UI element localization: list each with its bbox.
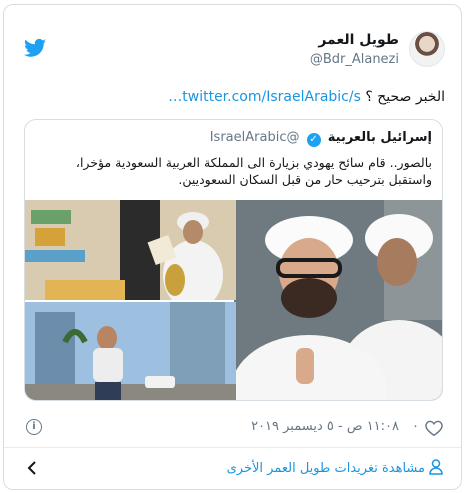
like-count[interactable]: ٠ (412, 419, 419, 434)
quoted-tweet-handle: @IsraelArabic (209, 130, 300, 145)
user-handle[interactable]: @Bdr_Alanezi (310, 52, 399, 67)
more-tweets-link[interactable]: مشاهدة تغريدات طويل العمر الأخرى (4, 455, 461, 483)
quoted-tweet-header: إسرائيل بالعربية ✓ @IsraelArabic (210, 130, 432, 147)
quoted-tweet[interactable]: إسرائيل بالعربية ✓ @IsraelArabic بالصور.… (24, 119, 443, 401)
info-icon[interactable]: i (26, 419, 42, 435)
quoted-tweet-text: بالصور.. قام سائح يهودي بزيارة الى الممل… (75, 155, 432, 187)
chevron-left-icon[interactable] (26, 460, 38, 476)
quoted-tweet-media-grid (25, 200, 442, 400)
user-avatar[interactable] (409, 31, 445, 67)
photo-city-street[interactable] (25, 302, 236, 400)
user-icon (429, 459, 443, 475)
more-tweets-label[interactable]: مشاهدة تغريدات طويل العمر الأخرى (227, 461, 425, 476)
quoted-tweet-name: إسرائيل بالعربية (327, 130, 432, 145)
divider (4, 447, 461, 448)
twitter-bird-icon[interactable] (24, 38, 46, 58)
user-display-name[interactable]: طويل العمر (318, 32, 399, 48)
tweet-link[interactable]: twitter.com/IsraelArabic/s… (168, 89, 361, 105)
tweet-text: الخبر صحيح ؟ twitter.com/IsraelArabic/s… (168, 89, 445, 105)
heart-icon[interactable] (425, 420, 443, 436)
photo-two-men-selfie[interactable] (234, 200, 442, 400)
verified-badge-icon: ✓ (306, 133, 321, 147)
tweet-body: الخبر صحيح ؟ (360, 89, 445, 105)
photo-coffee-pot[interactable] (25, 200, 236, 300)
tweet-meta-row: ٠ ١١:٠٨ ص - ٥ ديسمبر ٢٠١٩ i (24, 419, 443, 439)
embedded-tweet-card: طويل العمر @Bdr_Alanezi الخبر صحيح ؟ twi… (3, 4, 462, 490)
tweet-header: طويل العمر @Bdr_Alanezi (4, 31, 461, 75)
tweet-timestamp[interactable]: ١١:٠٨ ص - ٥ ديسمبر ٢٠١٩ (251, 419, 399, 434)
